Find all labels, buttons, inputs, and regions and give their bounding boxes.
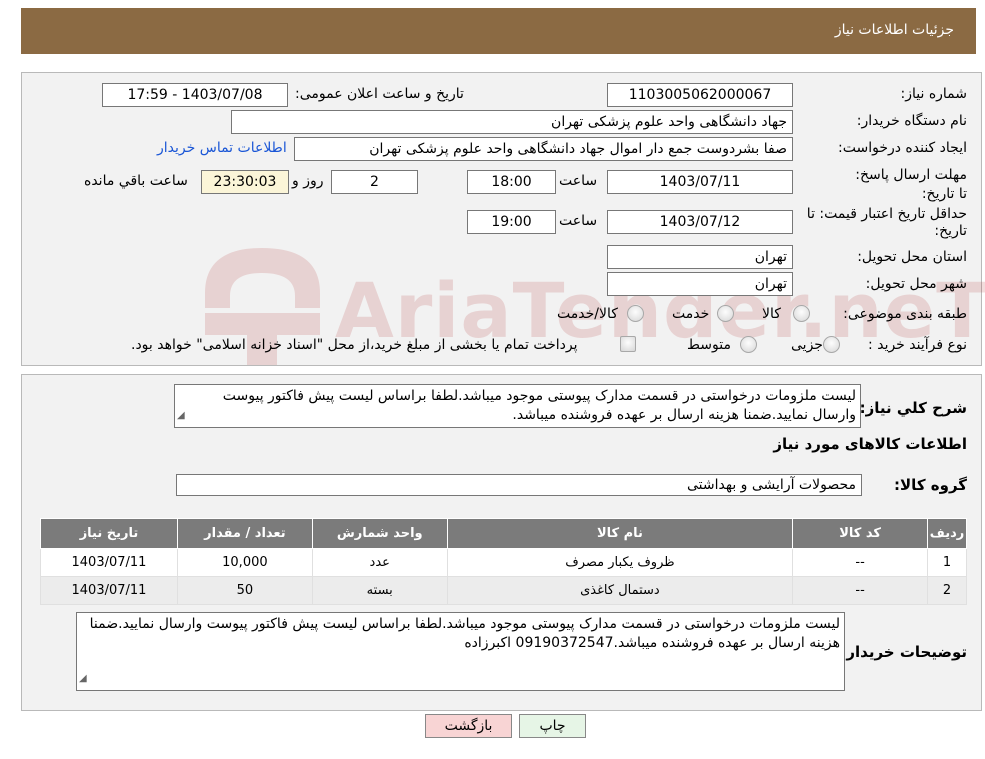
deadline-time-label: ساعت: [559, 173, 598, 189]
remaining-label: ساعت باقي مانده: [84, 173, 188, 189]
description-textarea[interactable]: لیست ملزومات درخواستی در قسمت مدارک پیوس…: [174, 384, 861, 428]
province-field: تهران: [607, 245, 793, 269]
buyer-notes-text: لیست ملزومات درخواستی در قسمت مدارک پیوس…: [89, 616, 840, 651]
days-label: روز و: [292, 173, 324, 189]
category-both-radio[interactable]: [627, 305, 644, 322]
cell-goods-code: --: [792, 576, 929, 605]
col-unit: واحد شمارش: [311, 518, 448, 549]
buyer-label: نام دستگاه خریدار:: [856, 113, 967, 129]
table-row: 1 -- ظروف یکبار مصرف عدد 10,000 1403/07/…: [40, 548, 967, 577]
process-medium-label: متوسط: [687, 337, 731, 353]
category-label: طبقه بندی موضوعی:: [843, 306, 967, 322]
description-label: شرح كلي نياز:: [859, 399, 967, 417]
page-header: جزئیات اطلاعات نیاز: [21, 8, 976, 54]
col-goods-code: کد کالا: [792, 518, 929, 549]
process-partial-label: جزیی: [791, 337, 823, 353]
print-button[interactable]: چاپ: [519, 714, 586, 738]
treasury-note: پرداخت تمام یا بخشی از مبلغ خرید،از محل …: [131, 337, 578, 353]
goods-title: اطلاعات کالاهای مورد نیاز: [773, 435, 967, 453]
deadline-date-field: 1403/07/11: [607, 170, 793, 194]
cell-row-number: 2: [927, 576, 967, 605]
process-partial-radio[interactable]: [823, 336, 840, 353]
buyer-notes-textarea[interactable]: لیست ملزومات درخواستی در قسمت مدارک پیوس…: [76, 612, 845, 691]
validity-time-label: ساعت: [559, 213, 598, 229]
deadline-time-field: 18:00: [467, 170, 556, 194]
need-number-field: 1103005062000067: [607, 83, 793, 107]
deadline-label: مهلت ارسال پاسخ: تا تاریخ:: [855, 167, 967, 202]
buyer-notes-label: توضیحات خریدار:: [840, 643, 967, 661]
description-text: لیست ملزومات درخواستی در قسمت مدارک پیوس…: [222, 388, 856, 423]
col-need-date: تاریخ نیاز: [40, 518, 178, 549]
validity-label: حداقل تاریخ اعتبار قیمت: تا تاریخ:: [806, 206, 967, 239]
cell-goods-name: ظروف یکبار مصرف: [446, 548, 794, 577]
announce-field: 1403/07/08 - 17:59: [102, 83, 288, 107]
cell-quantity: 50: [176, 576, 313, 605]
remaining-time-field: 23:30:03: [201, 170, 289, 194]
announce-label: تاریخ و ساعت اعلان عمومی:: [295, 86, 464, 102]
category-goods-radio[interactable]: [793, 305, 810, 322]
back-button[interactable]: بازگشت: [425, 714, 512, 738]
col-quantity: تعداد / مقدار: [176, 518, 313, 549]
validity-time-field: 19:00: [467, 210, 556, 234]
table-header-row: ردیف کد کالا نام کالا واحد شمارش تعداد /…: [40, 518, 967, 549]
col-row-number: ردیف: [927, 518, 967, 549]
cell-need-date: 1403/07/11: [40, 548, 178, 577]
resize-grip-icon[interactable]: ◢: [79, 669, 87, 688]
cell-quantity: 10,000: [176, 548, 313, 577]
buyer-field: جهاد دانشگاهی واحد علوم پزشکی تهران: [231, 110, 793, 134]
cell-goods-code: --: [792, 548, 929, 577]
process-label: نوع فرآیند خرید :: [868, 337, 967, 353]
cell-goods-name: دستمال کاغذی: [446, 576, 794, 605]
goods-group-label: گروه کالا:: [894, 476, 967, 494]
cell-unit: بسته: [311, 576, 448, 605]
province-label: استان محل تحویل:: [857, 249, 967, 265]
creator-label: ایجاد کننده درخواست:: [838, 140, 967, 156]
treasury-checkbox[interactable]: [620, 336, 636, 352]
category-service-label: خدمت: [672, 306, 710, 322]
category-both-label: کالا/خدمت: [557, 306, 618, 322]
cell-row-number: 1: [927, 548, 967, 577]
category-service-radio[interactable]: [717, 305, 734, 322]
need-number-label: شماره نیاز:: [900, 86, 968, 102]
goods-table: ردیف کد کالا نام کالا واحد شمارش تعداد /…: [40, 518, 967, 605]
creator-field: صفا بشردوست جمع دار اموال جهاد دانشگاهی …: [294, 137, 793, 161]
category-goods-label: کالا: [762, 306, 781, 322]
page-title: جزئیات اطلاعات نیاز: [834, 22, 954, 38]
table-row: 2 -- دستمال کاغذی بسته 50 1403/07/11: [40, 576, 967, 605]
city-field: تهران: [607, 272, 793, 296]
cell-need-date: 1403/07/11: [40, 576, 178, 605]
buyer-contact-link[interactable]: اطلاعات تماس خریدار: [157, 140, 287, 156]
process-medium-radio[interactable]: [740, 336, 757, 353]
validity-date-field: 1403/07/12: [607, 210, 793, 234]
col-goods-name: نام کالا: [446, 518, 794, 549]
days-field: 2: [331, 170, 418, 194]
resize-grip-icon[interactable]: ◢: [177, 406, 185, 425]
cell-unit: عدد: [311, 548, 448, 577]
goods-group-field: محصولات آرایشی و بهداشتی: [176, 474, 862, 496]
city-label: شهر محل تحویل:: [865, 276, 967, 292]
